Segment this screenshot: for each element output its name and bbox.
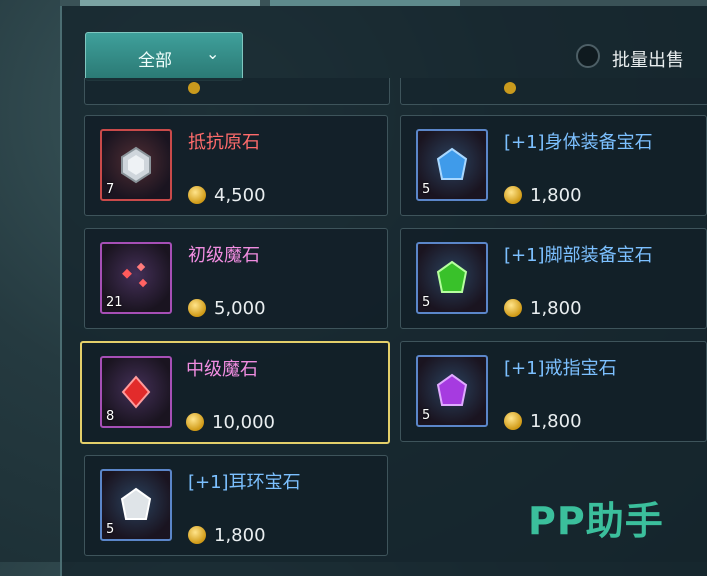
list-item-partial[interactable]: [84, 78, 390, 105]
item-price: 1,800: [504, 185, 582, 206]
price-value: 1,800: [530, 185, 582, 206]
item-name: [+1]脚部装备宝石: [504, 245, 653, 266]
white-gem-icon: [120, 487, 152, 520]
red-shards-icon: [122, 262, 148, 288]
price-value: 1,800: [214, 525, 266, 546]
item-count: 5: [422, 182, 431, 197]
item-count: 21: [106, 295, 123, 310]
item-price: 1,800: [504, 411, 582, 432]
item-icon-frame: 7: [100, 129, 172, 201]
item-icon-frame: 21: [100, 242, 172, 314]
coin-icon: [504, 186, 522, 204]
price-value: 5,000: [214, 298, 266, 319]
item-price: 1,800: [504, 298, 582, 319]
list-item[interactable]: 5 [+1]耳环宝石 1,800: [84, 455, 388, 556]
list-item-selected[interactable]: 8 中级魔石 10,000: [80, 341, 390, 444]
list-item-partial[interactable]: [400, 78, 707, 105]
coin-icon: [504, 299, 522, 317]
list-item[interactable]: 5 [+1]身体装备宝石 1,800: [400, 115, 707, 216]
item-name: [+1]戒指宝石: [504, 358, 617, 379]
watermark: PP助手: [528, 499, 664, 543]
item-price: 5,000: [188, 298, 266, 319]
item-name: [+1]耳环宝石: [188, 472, 301, 493]
item-name: [+1]身体装备宝石: [504, 132, 653, 153]
list-item[interactable]: 7 抵抗原石 4,500: [84, 115, 388, 216]
item-icon-frame: 8: [100, 356, 172, 428]
price-value: 1,800: [530, 411, 582, 432]
price-value: 4,500: [214, 185, 266, 206]
green-gem-icon: [436, 260, 468, 293]
coin-icon: [188, 299, 206, 317]
list-item[interactable]: 21 初级魔石 5,000: [84, 228, 388, 329]
item-icon-frame: 5: [416, 129, 488, 201]
item-name: 抵抗原石: [188, 132, 260, 153]
bulk-sell-radio[interactable]: [576, 44, 600, 68]
item-count: 5: [106, 522, 115, 537]
silver-crystal-icon: [121, 146, 151, 184]
item-icon-frame: 5: [416, 355, 488, 427]
item-count: 8: [106, 409, 115, 424]
item-icon-frame: 5: [416, 242, 488, 314]
price-value: 10,000: [212, 412, 275, 433]
price-value: 1,800: [530, 298, 582, 319]
item-price: 10,000: [186, 412, 275, 433]
coin-icon: [186, 413, 204, 431]
red-gem-icon: [121, 375, 151, 409]
chevron-down-icon: ⌄: [206, 44, 220, 63]
coin-icon: [504, 412, 522, 430]
item-icon-frame: 5: [100, 469, 172, 541]
list-item[interactable]: 5 [+1]脚部装备宝石 1,800: [400, 228, 707, 329]
list-item[interactable]: 5 [+1]戒指宝石 1,800: [400, 341, 707, 442]
coin-icon: [188, 82, 200, 94]
item-price: 1,800: [188, 525, 266, 546]
bulk-sell-label: 批量出售: [612, 50, 684, 71]
coin-icon: [504, 82, 516, 94]
purple-gem-icon: [436, 373, 468, 406]
filter-dropdown[interactable]: 全部 ⌄: [85, 32, 243, 81]
blue-gem-icon: [436, 147, 468, 180]
item-count: 5: [422, 408, 431, 423]
item-price: 4,500: [188, 185, 266, 206]
item-name: 中级魔石: [186, 359, 258, 380]
coin-icon: [188, 526, 206, 544]
item-count: 7: [106, 182, 115, 197]
filter-label: 全部: [138, 51, 172, 71]
coin-icon: [188, 186, 206, 204]
item-count: 5: [422, 295, 431, 310]
item-name: 初级魔石: [188, 245, 260, 266]
